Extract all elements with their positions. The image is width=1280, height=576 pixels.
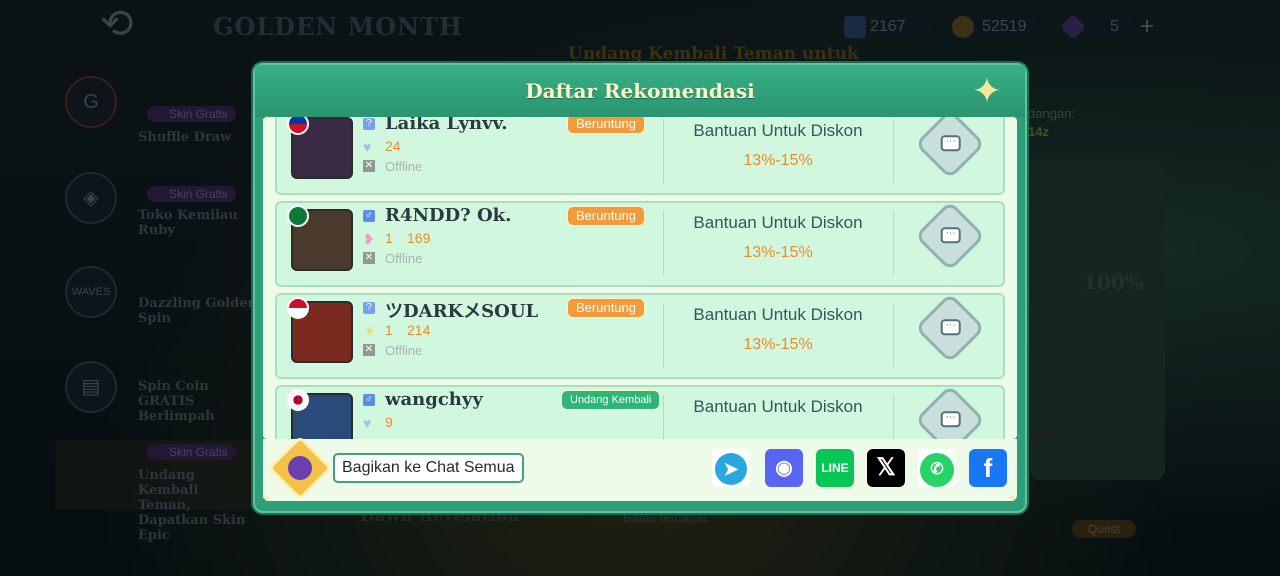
help-label: Bantuan Untuk Diskon bbox=[693, 397, 863, 416]
japan-flag-icon bbox=[287, 389, 309, 411]
player-rank: 1 bbox=[385, 322, 393, 338]
player-status: Offline bbox=[385, 251, 423, 266]
heart-icon: ♥ bbox=[363, 415, 372, 431]
chat-bubble-icon: ··· bbox=[940, 135, 961, 152]
chat-button[interactable]: ··· bbox=[914, 292, 986, 364]
player-name: R4NDD? Ok. bbox=[385, 205, 512, 226]
player-status: Offline bbox=[385, 159, 423, 174]
player-name: wangchyy bbox=[385, 389, 483, 410]
discord-icon[interactable]: ◉ bbox=[765, 449, 803, 487]
list-item: ? ツDARKメSOUL Beruntung ☀ 1 214 ✕ Offline… bbox=[275, 292, 1005, 379]
indonesia-flag-icon bbox=[287, 297, 309, 319]
globe-icon[interactable] bbox=[267, 435, 333, 501]
list-item: ♂ wangchyy Undang Kembali ♥ 9 Bantuan Un… bbox=[275, 384, 1005, 439]
offline-icon: ✕ bbox=[363, 252, 375, 264]
whatsapp-icon[interactable]: ✆ bbox=[918, 449, 956, 487]
facebook-icon[interactable]: f bbox=[969, 449, 1007, 487]
male-icon: ♂ bbox=[363, 394, 375, 406]
gender-icon: ? bbox=[363, 118, 375, 130]
share-footer: Bagikan ke Chat Semua ➤ ◉ LINE 𝕏 ✆ f bbox=[263, 435, 1017, 501]
chat-bubble-icon: ··· bbox=[940, 411, 961, 428]
chat-button[interactable]: ··· bbox=[914, 200, 986, 272]
chat-button[interactable]: ··· bbox=[914, 384, 986, 439]
saudi-flag-icon bbox=[287, 205, 309, 227]
gender-icon: ? bbox=[363, 302, 375, 314]
offline-icon: ✕ bbox=[363, 160, 375, 172]
chat-bubble-icon: ··· bbox=[940, 319, 961, 336]
male-icon: ♂ bbox=[363, 210, 375, 222]
close-icon[interactable]: ✦ bbox=[967, 71, 1007, 111]
modal-header: Daftar Rekomendasi ✦ bbox=[255, 65, 1025, 117]
help-label: Bantuan Untuk Diskon bbox=[693, 121, 863, 140]
player-name: Laika Lynvv. bbox=[385, 117, 508, 134]
player-level: 24 bbox=[385, 138, 401, 154]
help-label: Bantuan Untuk Diskon bbox=[693, 213, 863, 232]
chat-bubble-icon: ··· bbox=[940, 227, 961, 244]
discount-range: 13%-15% bbox=[743, 336, 813, 353]
status-badge: Beruntung bbox=[567, 206, 645, 226]
corner-sparkle-icon: ✦ bbox=[261, 491, 272, 505]
player-status: Offline bbox=[385, 343, 423, 358]
player-rank: 1 bbox=[385, 230, 393, 246]
player-level: 9 bbox=[385, 414, 393, 430]
x-icon[interactable]: 𝕏 bbox=[867, 449, 905, 487]
discount-range: 13%-15% bbox=[743, 244, 813, 261]
offline-icon: ✕ bbox=[363, 344, 375, 356]
divider bbox=[893, 303, 894, 367]
chat-button[interactable]: ··· bbox=[914, 117, 986, 180]
recommendation-modal: Daftar Rekomendasi ✦ ✦ ✦ ? Laika Lynvv. … bbox=[253, 63, 1027, 513]
list-item: ♂ R4NDD? Ok. Beruntung ❥ 1 169 ✕ Offline… bbox=[275, 200, 1005, 287]
player-level: 169 bbox=[407, 230, 431, 246]
share-all-chat-button[interactable]: Bagikan ke Chat Semua bbox=[333, 453, 524, 483]
telegram-icon[interactable]: ➤ bbox=[712, 449, 750, 487]
recommendation-list[interactable]: ? Laika Lynvv. Beruntung ♥ 24 ✕ Offline … bbox=[263, 117, 1017, 439]
divider bbox=[893, 119, 894, 183]
divider bbox=[893, 395, 894, 439]
list-item: ? Laika Lynvv. Beruntung ♥ 24 ✕ Offline … bbox=[275, 117, 1005, 195]
heart-icon: ♥ bbox=[363, 139, 372, 155]
corner-sparkle-icon: ✦ bbox=[1007, 491, 1018, 505]
player-name: ツDARKメSOUL bbox=[385, 301, 539, 322]
player-level: 214 bbox=[407, 322, 431, 338]
line-icon[interactable]: LINE bbox=[816, 449, 854, 487]
modal-title: Daftar Rekomendasi bbox=[525, 79, 755, 103]
rank-icon: ❥ bbox=[363, 231, 375, 247]
status-badge: Beruntung bbox=[567, 298, 645, 318]
help-label: Bantuan Untuk Diskon bbox=[693, 305, 863, 324]
status-badge: Beruntung bbox=[567, 117, 645, 134]
divider bbox=[893, 211, 894, 275]
status-badge: Undang Kembali bbox=[561, 390, 661, 410]
rank-icon: ☀ bbox=[363, 323, 376, 339]
discount-range: 13%-15% bbox=[743, 152, 813, 169]
